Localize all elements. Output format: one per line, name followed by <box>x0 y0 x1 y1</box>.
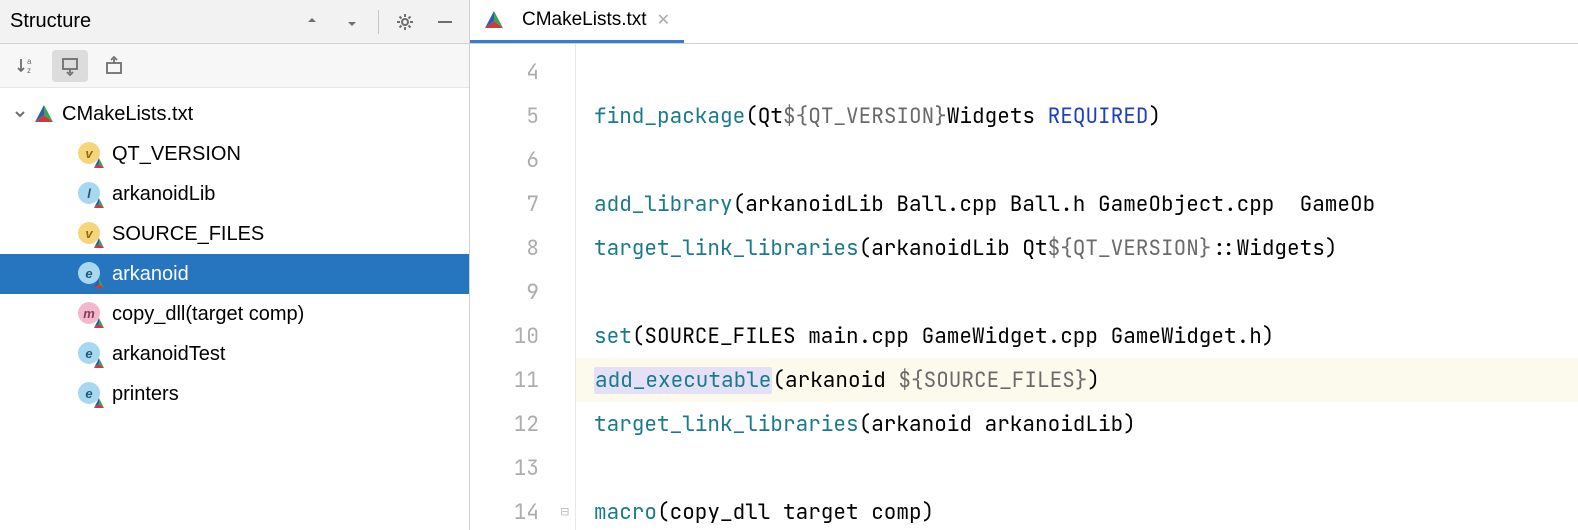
line-number[interactable]: 11 <box>470 358 575 402</box>
close-icon[interactable]: ✕ <box>657 10 670 30</box>
divider <box>378 10 379 34</box>
structure-tree[interactable]: CMakeLists.txt vQT_VERSIONlarkanoidLibvS… <box>0 88 469 530</box>
line-number[interactable]: 14⊟ <box>470 490 575 530</box>
structure-title: Structure <box>10 10 298 33</box>
tree-root-label: CMakeLists.txt <box>62 103 193 126</box>
tree-item[interactable]: e arkanoidTest <box>0 334 469 374</box>
tree-item[interactable]: e arkanoid <box>0 254 469 294</box>
line-number[interactable]: 13 <box>470 446 575 490</box>
line-number[interactable]: 9 <box>470 270 575 314</box>
symbol-icon: v <box>78 142 102 166</box>
gear-icon[interactable] <box>391 8 419 36</box>
cmake-file-icon <box>484 10 504 30</box>
code-content[interactable]: find_package(Qt${QT_VERSION}Widgets REQU… <box>576 44 1578 530</box>
symbol-icon: e <box>78 382 102 406</box>
tree-item-label: printers <box>112 383 179 406</box>
svg-text:z: z <box>27 66 31 75</box>
tree-item-label: arkanoidLib <box>112 183 215 206</box>
tree-root[interactable]: CMakeLists.txt <box>0 94 469 134</box>
minimize-icon[interactable] <box>431 8 459 36</box>
code-line[interactable]: find_package(Qt${QT_VERSION}Widgets REQU… <box>576 94 1578 138</box>
tab-cmakelists[interactable]: CMakeLists.txt ✕ <box>470 0 684 43</box>
symbol-icon: l <box>78 182 102 206</box>
tree-item[interactable]: m copy_dll(target comp) <box>0 294 469 334</box>
tab-label: CMakeLists.txt <box>522 9 647 31</box>
line-gutter[interactable]: 4567891011121314⊟ <box>470 44 576 530</box>
tree-item[interactable]: v SOURCE_FILES <box>0 214 469 254</box>
line-number[interactable]: 8 <box>470 226 575 270</box>
chevron-down-icon[interactable] <box>10 107 30 121</box>
sort-alpha-icon[interactable]: az <box>8 50 44 82</box>
collapse-all-icon[interactable] <box>338 8 366 36</box>
code-line[interactable] <box>576 50 1578 94</box>
cmake-file-icon <box>34 104 54 124</box>
tree-item-label: arkanoidTest <box>112 343 225 366</box>
line-number[interactable]: 10 <box>470 314 575 358</box>
code-line[interactable]: macro(copy_dll target comp) <box>576 490 1578 530</box>
tree-item-label: copy_dll(target comp) <box>112 303 304 326</box>
line-number[interactable]: 5 <box>470 94 575 138</box>
code-area: 4567891011121314⊟ find_package(Qt${QT_VE… <box>470 44 1578 530</box>
code-line[interactable]: add_executable(arkanoid ${SOURCE_FILES}) <box>576 358 1578 402</box>
tree-item[interactable]: v QT_VERSION <box>0 134 469 174</box>
tree-item-label: QT_VERSION <box>112 143 241 166</box>
tree-item[interactable]: e printers <box>0 374 469 414</box>
svg-text:a: a <box>27 57 32 66</box>
line-number[interactable]: 6 <box>470 138 575 182</box>
code-line[interactable] <box>576 138 1578 182</box>
structure-header: Structure <box>0 0 469 44</box>
expand-all-icon[interactable] <box>298 8 326 36</box>
code-line[interactable]: add_library(arkanoidLib Ball.cpp Ball.h … <box>576 182 1578 226</box>
symbol-icon: m <box>78 302 102 326</box>
fold-icon[interactable]: ⊟ <box>561 503 569 521</box>
editor-tabs: CMakeLists.txt ✕ <box>470 0 1578 44</box>
symbol-icon: e <box>78 262 102 286</box>
structure-header-actions <box>298 8 459 36</box>
code-line[interactable] <box>576 446 1578 490</box>
code-line[interactable]: target_link_libraries(arkanoidLib Qt${QT… <box>576 226 1578 270</box>
code-line[interactable] <box>576 270 1578 314</box>
structure-toolbar: az <box>0 44 469 88</box>
code-line[interactable]: target_link_libraries(arkanoid arkanoidL… <box>576 402 1578 446</box>
line-number[interactable]: 4 <box>470 50 575 94</box>
symbol-icon: e <box>78 342 102 366</box>
tree-item[interactable]: l arkanoidLib <box>0 174 469 214</box>
code-line[interactable]: set(SOURCE_FILES main.cpp GameWidget.cpp… <box>576 314 1578 358</box>
tree-item-label: arkanoid <box>112 263 189 286</box>
line-number[interactable]: 12 <box>470 402 575 446</box>
scroll-from-source-icon[interactable] <box>96 50 132 82</box>
structure-panel: Structure az <box>0 0 470 530</box>
line-number[interactable]: 7 <box>470 182 575 226</box>
tree-item-label: SOURCE_FILES <box>112 223 264 246</box>
symbol-icon: v <box>78 222 102 246</box>
editor-panel: CMakeLists.txt ✕ 4567891011121314⊟ find_… <box>470 0 1578 530</box>
scroll-to-source-icon[interactable] <box>52 50 88 82</box>
